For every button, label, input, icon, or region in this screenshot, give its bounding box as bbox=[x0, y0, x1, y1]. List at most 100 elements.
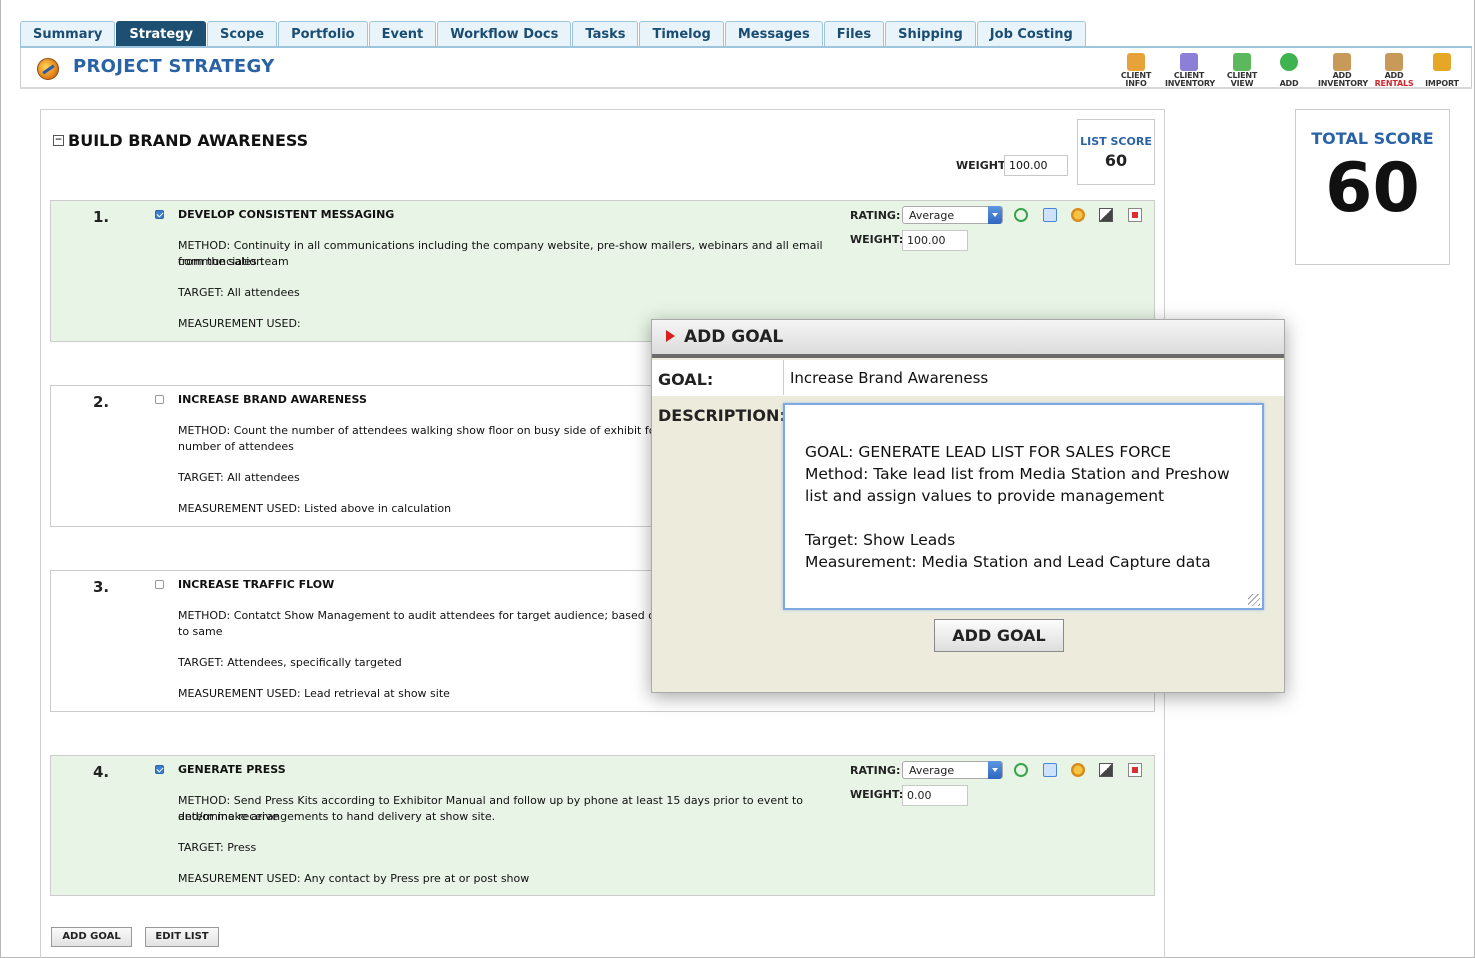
description-line: Target: Show Leads bbox=[805, 531, 956, 549]
toolbar-client-info-button[interactable]: CLIENT INFO bbox=[1112, 53, 1160, 88]
goal-weight-label: WEIGHT: bbox=[850, 788, 904, 801]
add-goal-modal: ADD GOAL GOAL: Increase Brand Awareness … bbox=[651, 319, 1285, 693]
toolbar-add-rentals-button[interactable]: ADD RENTALS bbox=[1370, 53, 1418, 88]
toolbar-label-line2: INVENTORY bbox=[1165, 79, 1215, 88]
delete-icon[interactable] bbox=[1128, 763, 1142, 777]
collapse-toggle-icon[interactable]: − bbox=[53, 135, 64, 146]
edit-icon[interactable] bbox=[1099, 208, 1113, 222]
description-line: Method: Take lead list from Media Statio… bbox=[805, 465, 1230, 483]
list-score-label: LIST SCORE bbox=[1080, 135, 1152, 148]
comment-icon[interactable] bbox=[1043, 208, 1057, 222]
list-score-box: LIST SCORE 60 bbox=[1077, 119, 1155, 185]
resize-handle-icon[interactable] bbox=[1248, 594, 1260, 606]
modal-title: ADD GOAL bbox=[684, 327, 784, 347]
package-rent-icon bbox=[1385, 53, 1403, 71]
tab-strategy[interactable]: Strategy bbox=[116, 21, 206, 47]
goal-checkbox[interactable] bbox=[155, 765, 164, 774]
toolbar-label-line2: RENTALS bbox=[1374, 79, 1414, 88]
list-title: BUILD BRAND AWARENESS bbox=[68, 131, 309, 150]
goal-target: TARGET: All attendees bbox=[178, 286, 300, 299]
tab-event[interactable]: Event bbox=[368, 21, 437, 47]
description-line bbox=[805, 507, 1242, 529]
goal-checkbox[interactable] bbox=[155, 580, 164, 589]
toolbar-add-button[interactable]: ADD bbox=[1265, 53, 1313, 88]
goal-weight-input[interactable]: 100.00 bbox=[902, 230, 968, 251]
goal-checkbox[interactable] bbox=[155, 395, 164, 404]
goal-title: DEVELOP CONSISTENT MESSAGING bbox=[178, 208, 395, 221]
tab-bar: Summary Strategy Scope Portfolio Event Workfl… bbox=[20, 21, 1087, 47]
toolbar-label-line2: VIEW bbox=[1230, 79, 1254, 88]
total-score-value: 60 bbox=[1325, 149, 1420, 228]
tab-job-costing[interactable]: Job Costing bbox=[976, 21, 1086, 47]
toolbar-client-inventory-button[interactable]: CLIENT INVENTORY bbox=[1165, 53, 1215, 88]
strategy-logo-icon bbox=[37, 58, 59, 80]
tab-portfolio[interactable]: Portfolio bbox=[278, 21, 368, 47]
check-circle-icon[interactable] bbox=[1014, 208, 1028, 222]
goal-weight-input[interactable]: 0.00 bbox=[902, 785, 968, 806]
goal-number: 1. bbox=[93, 208, 110, 226]
goal-target: TARGET: Press bbox=[178, 841, 257, 854]
tab-workflow-docs[interactable]: Workflow Docs bbox=[437, 21, 572, 47]
list-score-value: 60 bbox=[1104, 151, 1128, 170]
description-line: Measurement: Media Station and Lead Capt… bbox=[805, 553, 1211, 571]
goal-measurement: MEASUREMENT USED: Any contact by Press p… bbox=[178, 872, 530, 885]
tab-files[interactable]: Files bbox=[823, 21, 885, 47]
tab-tasks[interactable]: Tasks bbox=[572, 21, 639, 47]
chevron-down-icon bbox=[988, 206, 1002, 224]
goal-rating-value: Average bbox=[909, 209, 955, 222]
goal-checkbox[interactable] bbox=[155, 210, 164, 219]
description-label: DESCRIPTION: bbox=[658, 406, 786, 425]
goal-number: 4. bbox=[93, 763, 110, 781]
chevron-down-icon bbox=[988, 761, 1002, 779]
total-score-label: TOTAL SCORE bbox=[1311, 129, 1434, 148]
add-goal-button[interactable]: ADD GOAL bbox=[51, 927, 132, 947]
description-line: list and assign values to provide manage… bbox=[805, 487, 1165, 505]
comment-icon[interactable] bbox=[1043, 763, 1057, 777]
edit-icon[interactable] bbox=[1099, 763, 1113, 777]
package-add-icon bbox=[1333, 53, 1351, 71]
toolbar-import-button[interactable]: IMPORT bbox=[1418, 53, 1466, 88]
goal-title: GENERATE PRESS bbox=[178, 763, 286, 776]
tab-timelog[interactable]: Timelog bbox=[639, 21, 724, 47]
toolbar-label-line2: INFO bbox=[1125, 79, 1147, 88]
tab-messages[interactable]: Messages bbox=[724, 21, 823, 47]
page-title: PROJECT STRATEGY bbox=[73, 56, 275, 77]
award-icon[interactable] bbox=[1071, 208, 1085, 222]
goal-rating-label: RATING: bbox=[850, 764, 901, 777]
goal-rating-value: Average bbox=[909, 764, 955, 777]
goal-weight-label: WEIGHT: bbox=[850, 233, 904, 246]
goal-title: INCREASE TRAFFIC FLOW bbox=[178, 578, 335, 591]
import-icon bbox=[1433, 53, 1451, 71]
goal-label: GOAL: bbox=[658, 370, 714, 389]
total-score-box: TOTAL SCORE 60 bbox=[1295, 109, 1450, 265]
description-textarea[interactable]: GOAL: GENERATE LEAD LIST FOR SALES FORCE… bbox=[783, 403, 1264, 610]
goal-rating-label: RATING: bbox=[850, 209, 901, 222]
toolbar-label-line2: IMPORT bbox=[1425, 79, 1459, 88]
goal-method-line: and/or make arrangements to hand deliver… bbox=[178, 810, 496, 823]
goal-rating-select[interactable]: Average bbox=[902, 761, 1003, 779]
edit-list-button[interactable]: EDIT LIST bbox=[145, 927, 219, 947]
arrows-icon bbox=[1233, 53, 1251, 71]
check-circle-icon[interactable] bbox=[1014, 763, 1028, 777]
modal-add-goal-button[interactable]: ADD GOAL bbox=[934, 619, 1064, 652]
goal-number: 2. bbox=[93, 393, 110, 411]
goal-title: INCREASE BRAND AWARENESS bbox=[178, 393, 367, 406]
goal-method-line: from the sales team bbox=[178, 255, 289, 268]
modal-arrow-icon bbox=[666, 330, 675, 342]
toolbar-client-view-button[interactable]: CLIENT VIEW bbox=[1218, 53, 1266, 88]
list-weight-label: WEIGHT: bbox=[956, 159, 1010, 172]
goal-number: 3. bbox=[93, 578, 110, 596]
list-weight-input[interactable]: 100.00 bbox=[1004, 155, 1068, 176]
toolbar-add-inventory-button[interactable]: ADD INVENTORY bbox=[1318, 53, 1368, 88]
tab-scope[interactable]: Scope bbox=[206, 21, 278, 47]
person-icon bbox=[1127, 53, 1145, 71]
goal-card: 4. GENERATE PRESS METHOD: Send Press Kits … bbox=[50, 755, 1155, 896]
modal-header-bar bbox=[652, 354, 1284, 358]
toolbar-label-line2: ADD bbox=[1279, 79, 1299, 88]
award-icon[interactable] bbox=[1071, 763, 1085, 777]
tab-shipping[interactable]: Shipping bbox=[885, 21, 976, 47]
tab-summary[interactable]: Summary bbox=[20, 21, 116, 47]
delete-icon[interactable] bbox=[1128, 208, 1142, 222]
goal-rating-select[interactable]: Average bbox=[902, 206, 1003, 224]
goal-input[interactable]: Increase Brand Awareness bbox=[783, 360, 1284, 395]
